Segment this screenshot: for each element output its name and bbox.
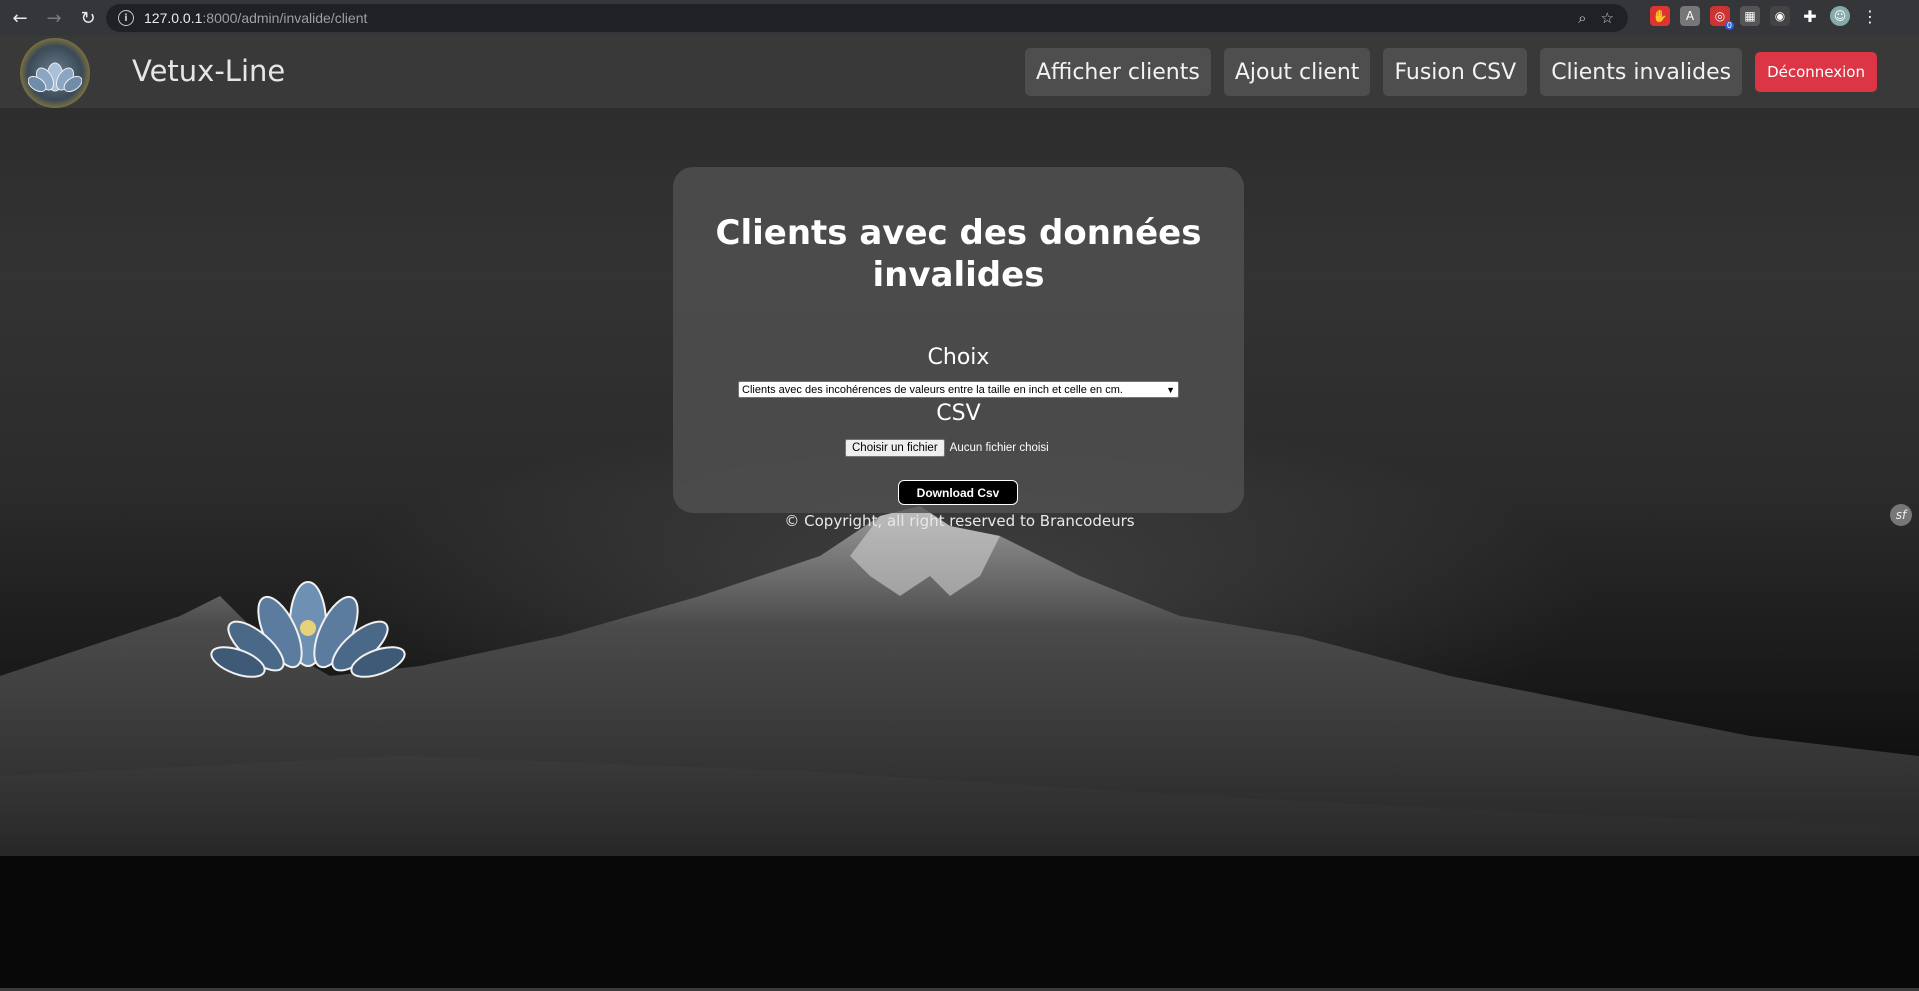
reload-icon[interactable]: ↻	[74, 4, 102, 32]
menu-kebab-icon[interactable]: ⋮	[1860, 6, 1880, 26]
main-nav: Afficher clients Ajout client Fusion CSV…	[1025, 48, 1877, 96]
nav-ajout-client[interactable]: Ajout client	[1223, 48, 1371, 96]
invalid-clients-card: Clients avec des données invalides Choix…	[673, 167, 1244, 513]
bookmark-star-icon[interactable]: ☆	[1601, 9, 1614, 27]
extension-eyes-icon[interactable]: ◉	[1770, 6, 1790, 26]
extension-badge-count: 0	[1724, 21, 1734, 30]
copyright-text: © Copyright, all right reserved to Branc…	[784, 512, 1135, 530]
nav-clients-invalides[interactable]: Clients invalides	[1540, 48, 1743, 96]
browser-toolbar: ← → ↻ i 127.0.0.1 :8000/admin/invalide/c…	[0, 0, 1919, 36]
lotus-decoration-icon	[210, 581, 406, 678]
logout-button[interactable]: Déconnexion	[1755, 52, 1877, 92]
extension-stop-icon[interactable]: ✋	[1650, 6, 1670, 26]
choose-file-button[interactable]: Choisir un fichier	[845, 439, 945, 457]
puzzle-icon[interactable]: ✚	[1800, 6, 1820, 26]
forward-arrow-icon[interactable]: →	[40, 4, 68, 32]
address-bar[interactable]: i 127.0.0.1 :8000/admin/invalide/client …	[106, 4, 1628, 32]
site-brand[interactable]: Vetux-Line	[132, 54, 285, 88]
extension-badge-icon[interactable]: ◎ 0	[1710, 6, 1734, 30]
extension-a-icon[interactable]: A	[1680, 6, 1700, 26]
download-csv-button[interactable]: Download Csv	[898, 480, 1018, 505]
page-title: Clients avec des données invalides	[715, 213, 1202, 295]
lotus-logo-icon[interactable]	[20, 38, 90, 108]
choix-label: Choix	[927, 345, 990, 370]
nav-afficher-clients[interactable]: Afficher clients	[1025, 48, 1211, 96]
file-status: Aucun fichier choisi	[949, 442, 1049, 454]
url-host: 127.0.0.1	[144, 10, 203, 26]
site-header: Vetux-Line Afficher clients Ajout client…	[0, 36, 1919, 108]
csv-label: CSV	[936, 401, 981, 426]
profile-avatar-icon[interactable]: ☺	[1830, 6, 1850, 26]
zoom-icon[interactable]: ⌕	[1578, 9, 1586, 27]
url-path: :8000/admin/invalide/client	[202, 10, 368, 26]
chevron-down-icon: ▼	[1166, 384, 1175, 395]
choix-select[interactable]: Clients avec des incohérences de valeurs…	[738, 381, 1179, 398]
extension-grid-icon[interactable]: ▦	[1740, 6, 1760, 26]
site-info-icon[interactable]: i	[118, 10, 134, 26]
back-arrow-icon[interactable]: ←	[6, 4, 34, 32]
symfony-toolbar-icon[interactable]: sf	[1890, 504, 1912, 526]
csv-file-input: Choisir un fichier Aucun fichier choisi	[845, 439, 1049, 457]
choix-select-value: Clients avec des incohérences de valeurs…	[742, 383, 1123, 396]
nav-fusion-csv[interactable]: Fusion CSV	[1383, 48, 1528, 96]
page-background: Vetux-Line Afficher clients Ajout client…	[0, 36, 1919, 991]
